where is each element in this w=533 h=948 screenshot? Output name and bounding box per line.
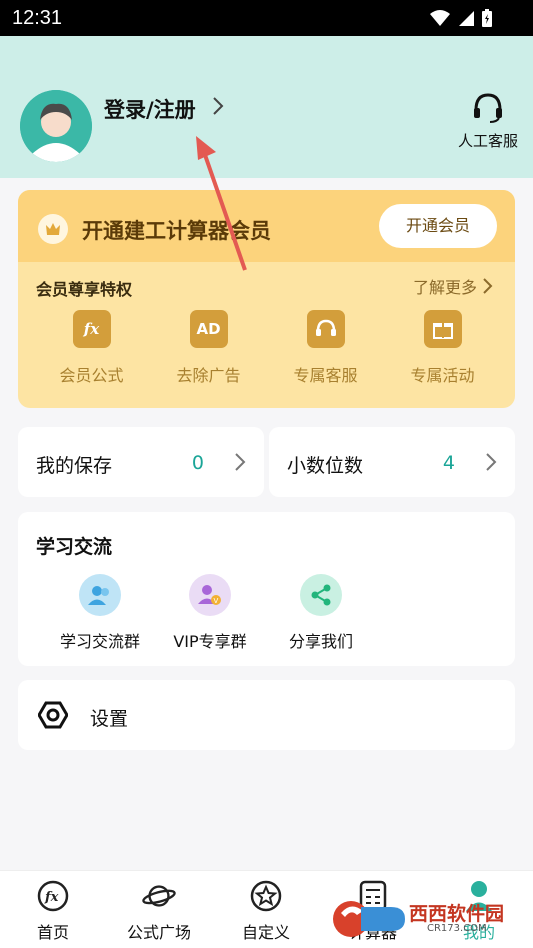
- chevron-right-icon: [483, 278, 493, 294]
- fx-icon: fx: [36, 879, 70, 913]
- formula-icon: fx: [72, 310, 111, 348]
- chevron-right-icon: [213, 97, 224, 115]
- privilege-label-text: 专属客服: [293, 366, 358, 385]
- learn-item-label: 学习交流群: [59, 632, 140, 651]
- chevron-right-icon: [235, 453, 246, 471]
- svg-text:V: V: [214, 597, 219, 605]
- learn-more-label: 了解更多: [412, 278, 477, 297]
- privilege-label-text: 去除广告: [176, 366, 241, 385]
- privilege-label: 会员尊享特权: [36, 280, 133, 299]
- settings-row[interactable]: 设置: [18, 680, 515, 750]
- crown-icon: [38, 214, 68, 244]
- signal-icon: [459, 11, 474, 26]
- gift-icon: [423, 310, 462, 348]
- vip-group-button[interactable]: V VIP专享群: [150, 574, 270, 652]
- arrow-annotation: [196, 136, 247, 271]
- nav-label: 首页: [36, 923, 69, 942]
- watermark-text: 西西软件园: [409, 904, 505, 925]
- vip-group-icon: V: [189, 574, 231, 616]
- vip-banner[interactable]: 开通建工计算器会员 开通会员: [18, 190, 515, 262]
- learn-item-label: VIP专享群: [173, 632, 247, 651]
- share-button[interactable]: 分享我们: [261, 574, 381, 652]
- study-group-button[interactable]: 学习交流群: [40, 574, 160, 652]
- privilege-label-text: 专属活动: [410, 366, 475, 385]
- vip-card: 开通建工计算器会员 开通会员 会员尊享特权 了解更多 fx 会员公式 AD 去除…: [18, 190, 515, 408]
- login-register-link[interactable]: 登录/注册: [104, 94, 196, 124]
- learn-more-link[interactable]: 了解更多: [413, 274, 493, 298]
- privilege-service[interactable]: 专属客服: [267, 310, 384, 386]
- watermark-logo: [333, 901, 405, 937]
- my-saves-card[interactable]: 我的保存 0: [18, 427, 264, 497]
- star-icon: [249, 879, 283, 913]
- privilege-row: fx 会员公式 AD 去除广告 专属客服 专属活动: [18, 310, 515, 386]
- stat-value: 0: [191, 452, 204, 474]
- headset-icon: [306, 310, 345, 348]
- battery-icon: [482, 9, 492, 27]
- nav-home[interactable]: fx 首页: [0, 879, 106, 943]
- watermark-sub: CR173.COM: [427, 923, 487, 934]
- nav-label: 自定义: [241, 923, 290, 942]
- learn-title: 学习交流: [36, 536, 113, 558]
- settings-label: 设置: [90, 708, 129, 730]
- nav-formula-square[interactable]: 公式广场: [106, 879, 212, 943]
- wifi-icon: [430, 10, 450, 26]
- privilege-no-ads[interactable]: AD 去除广告: [150, 310, 267, 386]
- headset-icon: [474, 93, 502, 123]
- stat-label: 我的保存: [36, 455, 113, 477]
- avatar-icon: [20, 90, 92, 162]
- open-vip-button[interactable]: 开通会员: [379, 204, 497, 248]
- group-icon: [79, 574, 121, 616]
- nav-custom[interactable]: 自定义: [213, 879, 319, 943]
- learn-item-label: 分享我们: [288, 632, 353, 651]
- decimal-places-card[interactable]: 小数位数 4: [269, 427, 515, 497]
- ad-icon: AD: [189, 310, 228, 348]
- profile-header: 登录/注册 人工客服: [0, 36, 533, 178]
- privilege-label-text: 会员公式: [59, 366, 124, 385]
- share-icon: [300, 574, 342, 616]
- customer-service-label: 人工客服: [457, 132, 518, 150]
- chevron-right-icon: [486, 453, 497, 471]
- status-icons: [429, 8, 493, 28]
- customer-service-button[interactable]: 人工客服: [453, 92, 523, 151]
- learn-card: 学习交流 学习交流群 V VIP专享群 分享我们: [18, 512, 515, 666]
- stat-label: 小数位数: [287, 455, 364, 477]
- avatar[interactable]: [20, 90, 92, 162]
- settings-icon: [38, 701, 68, 729]
- status-time: 12:31: [12, 7, 63, 29]
- planet-icon: [142, 879, 176, 913]
- svg-text:fx: fx: [44, 890, 59, 905]
- status-bar: 12:31: [0, 0, 533, 36]
- privilege-activity[interactable]: 专属活动: [384, 310, 501, 386]
- privilege-formula[interactable]: fx 会员公式: [33, 310, 150, 386]
- nav-label: 公式广场: [126, 923, 191, 942]
- stat-value: 4: [442, 452, 455, 474]
- watermark: 西西软件园 CR173.COM: [331, 893, 523, 943]
